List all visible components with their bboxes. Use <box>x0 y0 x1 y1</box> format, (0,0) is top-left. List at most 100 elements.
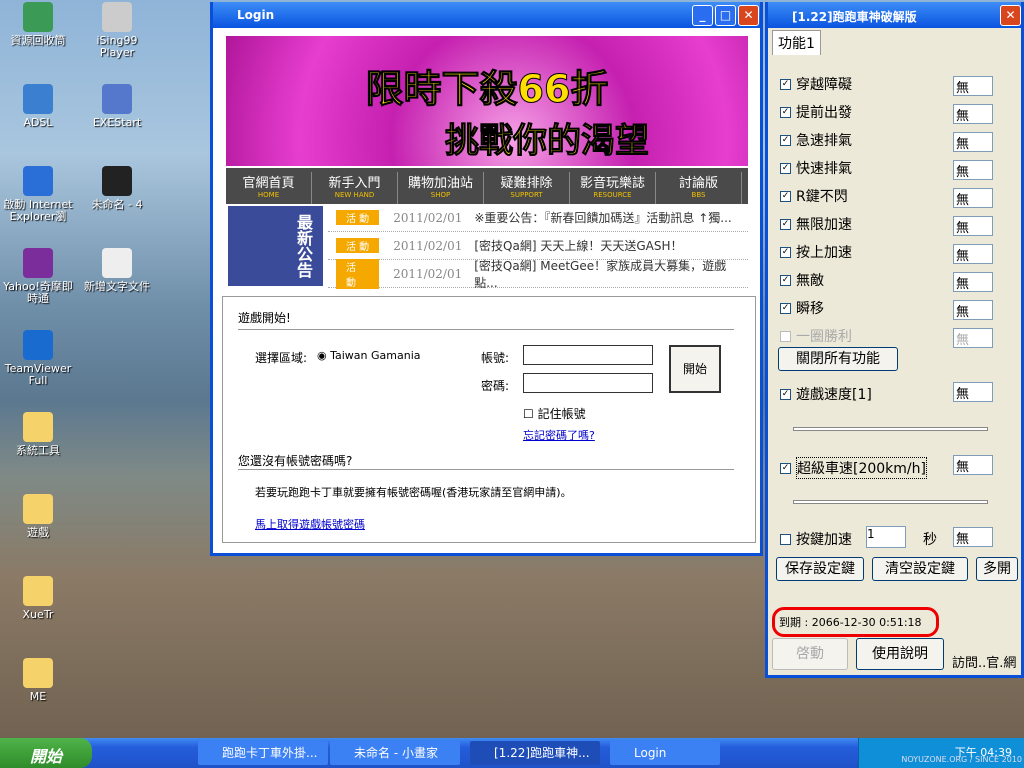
feature-hotkey[interactable]: 無 <box>953 272 993 292</box>
news-date: 2011/02/01 <box>393 266 463 281</box>
password-input[interactable] <box>523 373 653 393</box>
news-item[interactable]: 活 動 2011/02/01 ※重要公告：『新春回饋加碼送』活動訊息 ↑獨... <box>328 204 748 232</box>
section-title: 遊戲開始! <box>238 311 291 325</box>
feature-hotkey[interactable]: 無 <box>953 132 993 152</box>
desktop-icon[interactable]: ME <box>0 658 76 703</box>
desktop-icon[interactable]: TeamViewer Full <box>0 330 76 387</box>
news-tag: 活 動 <box>336 210 380 225</box>
desktop-icon[interactable]: 啟動 Internet Explorer瀏 <box>0 166 76 223</box>
feature-hotkey[interactable]: 無 <box>953 188 993 208</box>
tool-titlebar[interactable]: [1.22]跑跑車神破解版 ✕ <box>768 2 1021 28</box>
signup-info: 若要玩跑跑卡丁車就要擁有帳號密碼喔(香港玩家請至官網申請)。 <box>255 486 572 499</box>
feature-toggle[interactable]: ✓ 快速排氣 <box>780 158 852 178</box>
promo-banner[interactable]: 限時下殺66折 挑戰你的渴望 <box>226 36 748 166</box>
speed-slider[interactable] <box>793 427 988 431</box>
desktop-icon[interactable]: 遊戲 <box>0 494 76 539</box>
app-icon <box>23 84 53 114</box>
desktop-icon[interactable]: 資源回收筒 <box>0 2 76 47</box>
login-form: 遊戲開始! 選擇區域: ◉ Taiwan Gamania 帳號: 密碼: 開始 … <box>222 296 756 543</box>
car-speed-hotkey[interactable]: 無 <box>953 455 993 475</box>
app-icon <box>102 248 132 278</box>
icon-label: EXEStart <box>92 116 142 129</box>
key-accel-row[interactable]: 按鍵加速 <box>780 529 852 549</box>
feature-hotkey[interactable]: 無 <box>953 160 993 180</box>
clear-keys-button[interactable]: 清空設定鍵 <box>872 557 968 581</box>
feature-toggle[interactable]: ✓ 無敵 <box>780 270 824 290</box>
app-icon <box>23 412 53 442</box>
news-text: [密技Qa網] MeetGee！家族成員大募集，遊戲點... <box>474 258 727 290</box>
key-accel-hotkey[interactable]: 無 <box>953 527 993 547</box>
account-input[interactable] <box>523 345 653 365</box>
maximize-button[interactable]: □ <box>715 5 736 26</box>
feature-toggle[interactable]: ✓ 穿越障礙 <box>780 74 852 94</box>
feature-toggle[interactable]: ✓ 急速排氣 <box>780 130 852 150</box>
start-button[interactable]: 開始 <box>0 738 92 768</box>
nav-item[interactable]: 購物加油站 SHOP <box>398 172 484 204</box>
feature-toggle[interactable]: 一圈勝利 <box>780 326 852 346</box>
taskbar-button[interactable]: 跑跑卡丁車外掛... <box>198 741 328 765</box>
desktop-icon[interactable]: ADSL <box>0 84 76 129</box>
icon-label: iSing99 Player <box>96 34 138 59</box>
car-speed-row[interactable]: ✓ 超級車速[200km/h] <box>780 457 927 479</box>
feature-hotkey[interactable]: 無 <box>953 300 993 320</box>
nav-item[interactable]: 疑難排除 SUPPORT <box>484 172 570 204</box>
feature-hotkey[interactable]: 無 <box>953 104 993 124</box>
taskbar-button[interactable]: Login <box>610 741 720 765</box>
feature-hotkey[interactable]: 無 <box>953 328 993 348</box>
speed-row[interactable]: ✓ 遊戲速度[1] <box>780 384 872 404</box>
account-label: 帳號: <box>481 351 510 365</box>
feature-toggle[interactable]: ✓ 瞬移 <box>780 298 824 318</box>
save-keys-button[interactable]: 保存設定鍵 <box>776 557 864 581</box>
region-radio[interactable]: ◉ Taiwan Gamania <box>317 349 421 362</box>
desktop-icon[interactable]: iSing99 Player <box>79 2 155 59</box>
start-button[interactable]: 開始 <box>669 345 721 393</box>
app-icon <box>102 166 132 196</box>
feature-hotkey[interactable]: 無 <box>953 216 993 236</box>
speed-hotkey[interactable]: 無 <box>953 382 993 402</box>
signup-link[interactable]: 馬上取得遊戲帳號密碼 <box>255 516 365 532</box>
icon-label: 資源回收筒 <box>10 34 66 47</box>
taskbar-button[interactable]: 未命名 - 小畫家 <box>330 741 460 765</box>
news-date: 2011/02/01 <box>393 238 463 253</box>
feature-toggle[interactable]: ✓ 無限加速 <box>780 214 852 234</box>
feature-toggle[interactable]: ✓ 按上加速 <box>780 242 852 262</box>
taskbar-button[interactable]: [1.22]跑跑車神... <box>470 741 600 765</box>
icon-label: 新增文字文件 <box>84 280 150 293</box>
desktop-icon[interactable]: Yahoo!奇摩即時通 <box>0 248 76 305</box>
nav-item[interactable]: 新手入門 NEW HAND <box>312 172 398 204</box>
login-titlebar[interactable]: Login _ □ ✕ <box>213 2 760 28</box>
key-accel-seconds[interactable]: 1 <box>866 526 906 548</box>
tab-feature1[interactable]: 功能1 <box>772 30 821 55</box>
desktop-icon[interactable]: 新增文字文件 <box>79 248 155 293</box>
desktop-icon[interactable]: 未命名 - 4 <box>79 166 155 211</box>
window-title: [1.22]跑跑車神破解版 <box>792 10 917 24</box>
visit-site-link[interactable]: 訪問..官.網 <box>952 652 1016 671</box>
close-all-button[interactable]: 關閉所有功能 <box>778 347 898 371</box>
password-label: 密碼: <box>481 379 510 393</box>
remember-checkbox[interactable]: ☐ 記住帳號 <box>523 405 586 422</box>
watermark: NOYUZONE.ORG / SINCE 2010 <box>901 755 1022 764</box>
close-button[interactable]: ✕ <box>1000 5 1021 26</box>
feature-hotkey[interactable]: 無 <box>953 76 993 96</box>
news-item[interactable]: 活 動 2011/02/01 [密技Qa網] MeetGee！家族成員大募集，遊戲點… <box>328 258 748 290</box>
nav-item[interactable]: 討論版 BBS <box>656 172 742 204</box>
feature-hotkey[interactable]: 無 <box>953 244 993 264</box>
desktop-icon[interactable]: XueTr <box>0 576 76 621</box>
icon-label: 未命名 - 4 <box>91 198 143 211</box>
feature-toggle[interactable]: ✓ 提前出發 <box>780 102 852 122</box>
manual-button[interactable]: 使用說明 <box>856 638 944 670</box>
desktop-icon[interactable]: EXEStart <box>79 84 155 129</box>
minimize-button[interactable]: _ <box>692 5 713 26</box>
app-icon <box>23 166 53 196</box>
nav-item[interactable]: 影音玩樂誌 RESOURCE <box>570 172 656 204</box>
activate-button[interactable]: 啓動 <box>772 638 848 670</box>
forgot-password-link[interactable]: 忘記密碼了嗎? <box>523 427 595 443</box>
nav-item[interactable]: 官網首頁 HOME <box>226 172 312 204</box>
close-button[interactable]: ✕ <box>738 5 759 26</box>
news-date: 2011/02/01 <box>393 210 463 225</box>
desktop-icon[interactable]: 系統工具 <box>0 412 76 457</box>
news-tag: 活 動 <box>336 258 380 289</box>
car-speed-slider[interactable] <box>793 500 988 504</box>
feature-toggle[interactable]: ✓ R鍵不閃 <box>780 186 848 206</box>
multi-open-button[interactable]: 多開 <box>976 557 1018 581</box>
